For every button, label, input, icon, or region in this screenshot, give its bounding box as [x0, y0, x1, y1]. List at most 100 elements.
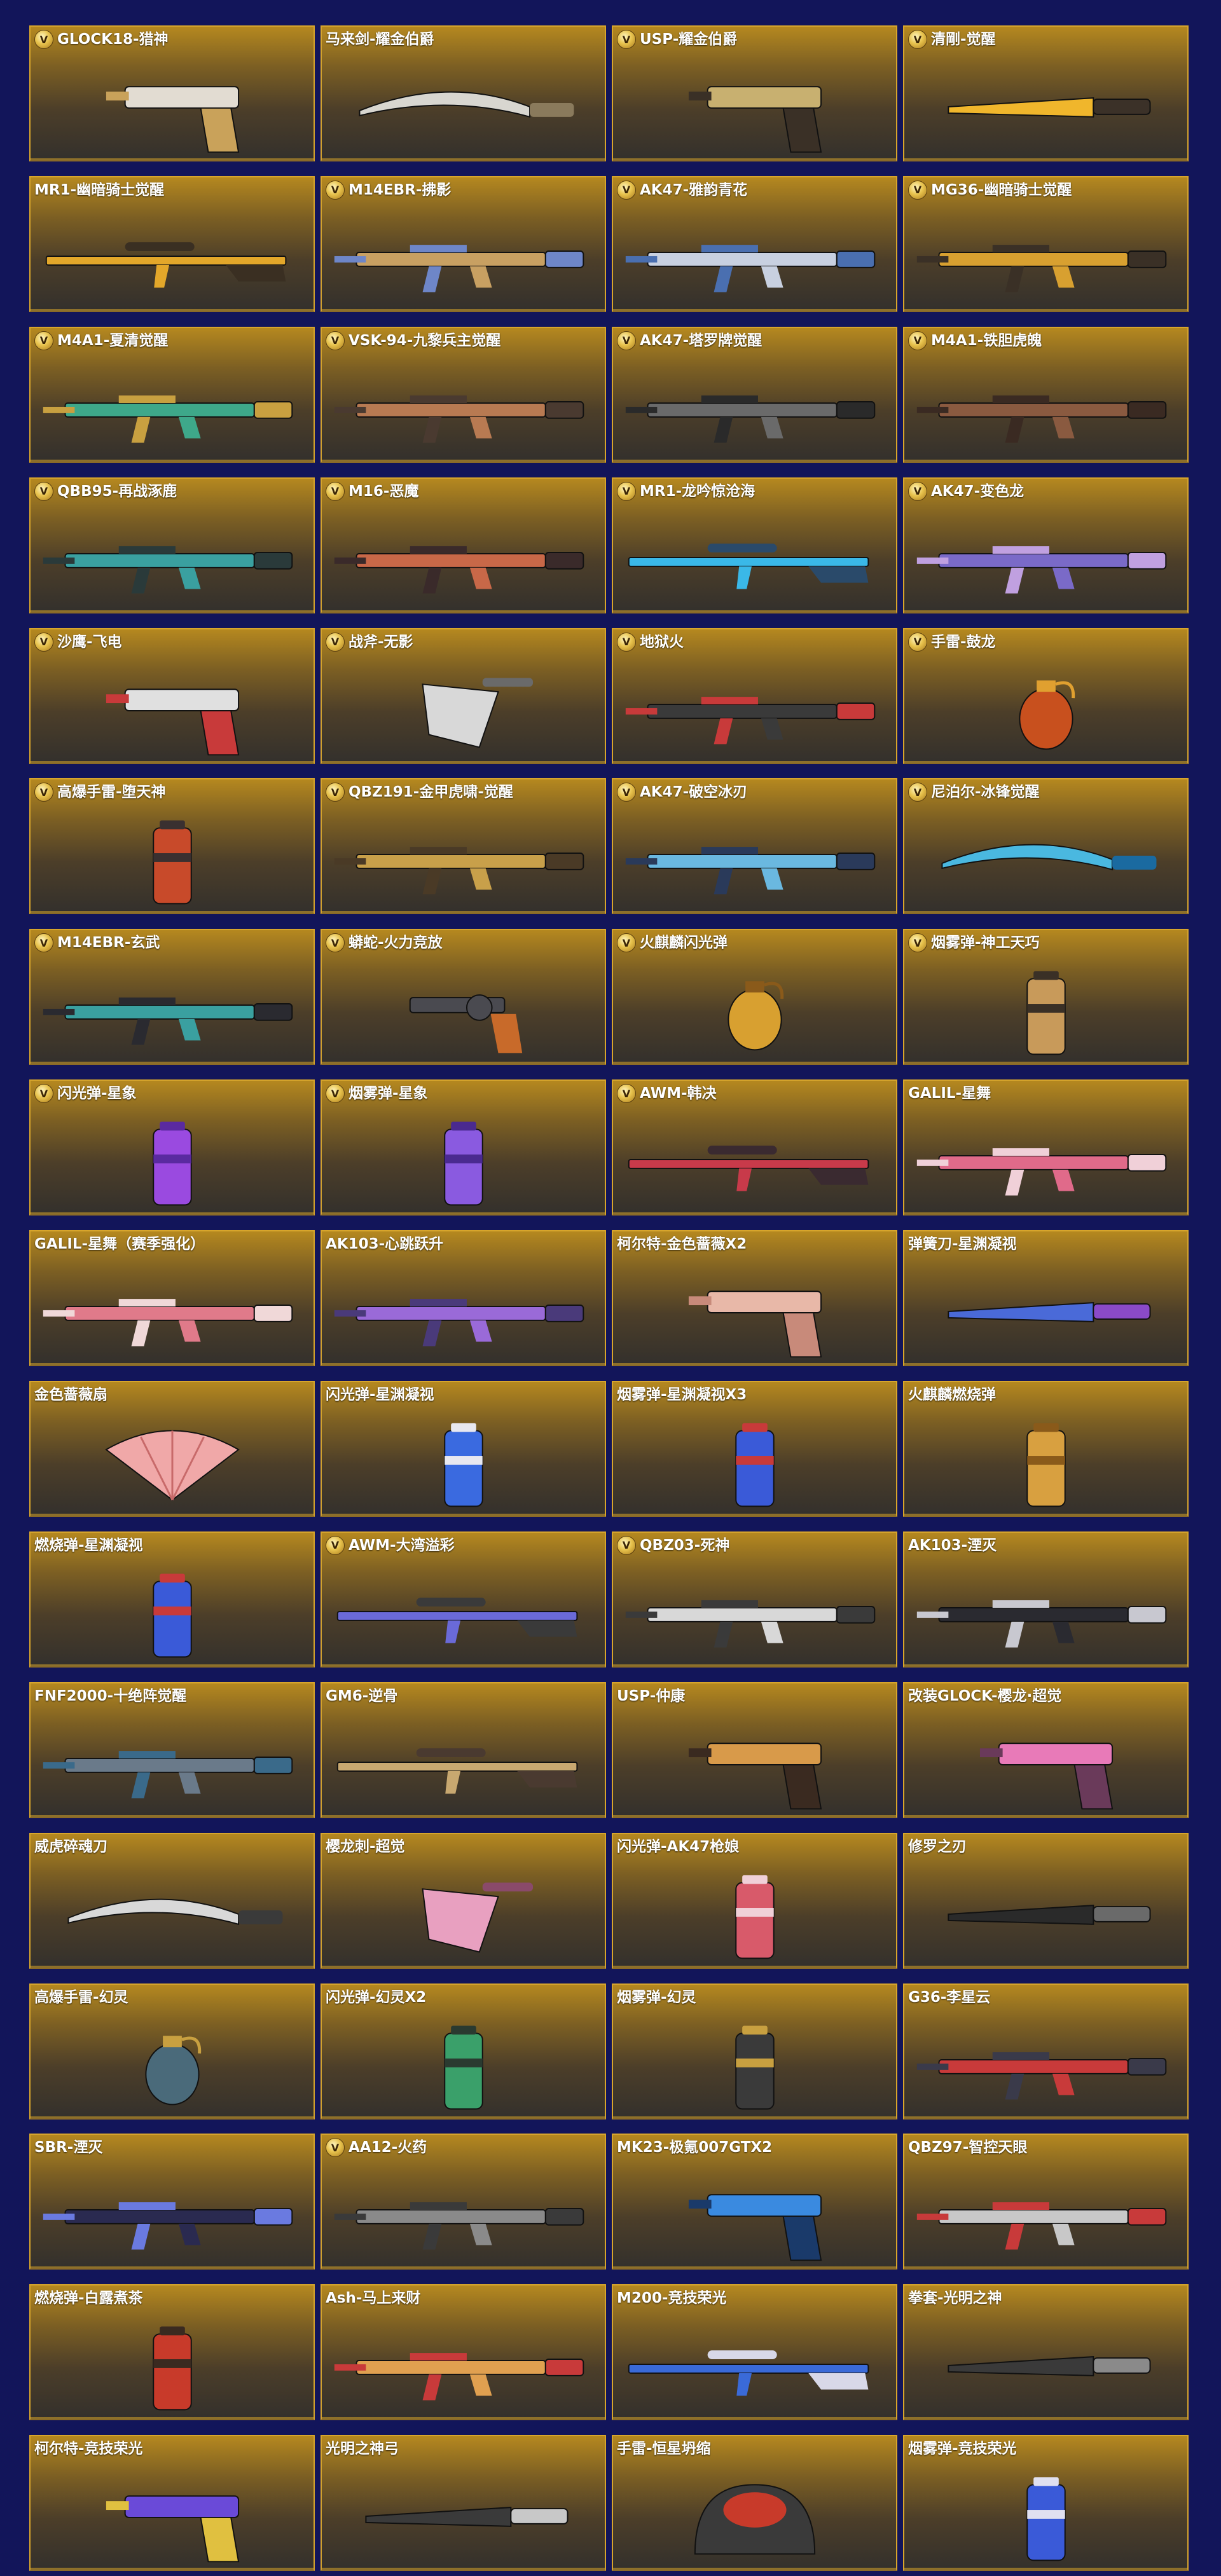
weapon-card[interactable]: V QBZ191-金甲虎啸-觉醒	[321, 778, 606, 915]
weapon-card[interactable]: V 手雷-鼓龙	[903, 627, 1189, 764]
weapon-name: 闪光弹-幻灵X2	[326, 1989, 427, 2006]
weapon-image	[613, 2459, 896, 2567]
weapon-card[interactable]: V MR1-龙吟惊沧海	[612, 477, 897, 613]
weapon-image	[613, 50, 896, 158]
weapon-image	[322, 1556, 605, 1664]
weapon-name: G36-李星云	[908, 1989, 991, 2006]
weapon-card[interactable]: V AK47-变色龙	[903, 477, 1189, 613]
weapon-card[interactable]: V AK47-破空冰刃	[612, 778, 897, 915]
weapon-card[interactable]: V 烟雾弹-神工天巧	[903, 929, 1189, 1065]
weapon-card[interactable]: V 烟雾弹-星象	[321, 1079, 606, 1216]
weapon-name: AK47-塔罗牌觉醒	[640, 332, 762, 349]
weapon-card[interactable]: MK23-极氪007GTX2	[612, 2134, 897, 2270]
weapon-card[interactable]: GALIL-星舞（赛季强化）	[29, 1230, 315, 1367]
weapon-card[interactable]: V 尼泊尔-冰锋觉醒	[903, 778, 1189, 915]
weapon-card[interactable]: 烟雾弹-星渊凝视X3	[612, 1381, 897, 1518]
weapon-card[interactable]: M200-竞技荣光	[612, 2284, 897, 2421]
weapon-card[interactable]: 光明之神弓	[321, 2435, 606, 2572]
weapon-card[interactable]: 改装GLOCK-樱龙·超觉	[903, 1682, 1189, 1818]
weapon-card[interactable]: GM6-逆骨	[321, 1682, 606, 1818]
weapon-card[interactable]: V AWM-大湾溢彩	[321, 1531, 606, 1668]
weapon-card[interactable]: 修罗之刃	[903, 1832, 1189, 1969]
weapon-card[interactable]: V M4A1-夏清觉醒	[29, 326, 315, 463]
weapon-card[interactable]: V VSK-94-九黎兵主觉醒	[321, 326, 606, 463]
weapon-card[interactable]: V AWM-韩决	[612, 1079, 897, 1216]
weapon-image	[31, 1405, 314, 1513]
weapon-card[interactable]: 烟雾弹-幻灵	[612, 1983, 897, 2120]
weapon-card[interactable]: V 战斧-无影	[321, 627, 606, 764]
weapon-card[interactable]: V M14EBR-拂影	[321, 175, 606, 312]
weapon-card[interactable]: GALIL-星舞	[903, 1079, 1189, 1216]
weapon-card[interactable]: 烟雾弹-竞技荣光	[903, 2435, 1189, 2572]
weapon-card[interactable]: V 沙鹰-飞电	[29, 627, 315, 764]
weapon-card[interactable]: 火麒麟燃烧弹	[903, 1381, 1189, 1518]
card-header: V AWM-大湾溢彩	[326, 1535, 455, 1556]
weapon-card[interactable]: 柯尔特-金色蔷薇X2	[612, 1230, 897, 1367]
weapon-name: 改装GLOCK-樱龙·超觉	[908, 1687, 1062, 1704]
weapon-card[interactable]: V M14EBR-玄武	[29, 929, 315, 1065]
weapon-card[interactable]: V QBZ03-死神	[612, 1531, 897, 1668]
weapon-card[interactable]: V 闪光弹-星象	[29, 1079, 315, 1216]
weapon-image	[904, 652, 1187, 760]
weapon-card[interactable]: V AA12-火药	[321, 2134, 606, 2270]
weapon-card[interactable]: SBR-湮灭	[29, 2134, 315, 2270]
weapon-image	[904, 50, 1187, 158]
weapon-card[interactable]: V M4A1-铁胆虎魄	[903, 326, 1189, 463]
weapon-card[interactable]: Ash-马上来财	[321, 2284, 606, 2421]
weapon-card[interactable]: V 火麒麟闪光弹	[612, 929, 897, 1065]
v-badge-icon: V	[34, 481, 53, 501]
weapon-card[interactable]: 弹簧刀-星渊凝视	[903, 1230, 1189, 1367]
weapon-card[interactable]: 金色蔷薇扇	[29, 1381, 315, 1518]
weapon-name: 柯尔特-竞技荣光	[34, 2441, 143, 2458]
weapon-card[interactable]: 樱龙刺-超觉	[321, 1832, 606, 1969]
card-header: AK103-湮灭	[908, 1535, 997, 1556]
weapon-card[interactable]: V GLOCK18-猎神	[29, 25, 315, 161]
weapon-card[interactable]: FNF2000-十绝阵觉醒	[29, 1682, 315, 1818]
weapon-card[interactable]: 马来剑-耀金伯爵	[321, 25, 606, 161]
weapon-image	[613, 1104, 896, 1212]
weapon-card[interactable]: 闪光弹-幻灵X2	[321, 1983, 606, 2120]
weapon-image	[322, 2308, 605, 2416]
weapon-card[interactable]: 柯尔特-竞技荣光	[29, 2435, 315, 2572]
weapon-card[interactable]: V MG36-幽暗骑士觉醒	[903, 175, 1189, 312]
weapon-name: FNF2000-十绝阵觉醒	[34, 1687, 187, 1704]
weapon-name: QBZ97-智控天眼	[908, 2139, 1028, 2156]
weapon-card[interactable]: 闪光弹-星渊凝视	[321, 1381, 606, 1518]
weapon-card[interactable]: V M16-恶魔	[321, 477, 606, 613]
weapon-image	[613, 1556, 896, 1664]
weapon-card[interactable]: 闪光弹-AK47枪娘	[612, 1832, 897, 1969]
weapon-card[interactable]: G36-李星云	[903, 1983, 1189, 2120]
weapon-card[interactable]: USP-仲康	[612, 1682, 897, 1818]
weapon-card[interactable]: V 蟒蛇-火力竞放	[321, 929, 606, 1065]
v-badge-icon: V	[908, 783, 927, 802]
weapon-card[interactable]: 燃烧弹-星渊凝视	[29, 1531, 315, 1668]
weapon-image	[31, 502, 314, 610]
weapon-card[interactable]: 拳套-光明之神	[903, 2284, 1189, 2421]
weapon-card[interactable]: V AK47-雅韵青花	[612, 175, 897, 312]
weapon-card[interactable]: V QBB95-再战涿鹿	[29, 477, 315, 613]
weapon-name: GALIL-星舞（赛季强化）	[34, 1236, 205, 1253]
weapon-card[interactable]: V 高爆手雷-堕天神	[29, 778, 315, 915]
weapon-image	[904, 200, 1187, 308]
weapon-card[interactable]: 威虎碎魂刀	[29, 1832, 315, 1969]
weapon-card[interactable]: V 清剛-觉醒	[903, 25, 1189, 161]
weapon-name: 拳套-光明之神	[908, 2290, 1002, 2307]
weapon-card[interactable]: AK103-湮灭	[903, 1531, 1189, 1668]
weapon-card[interactable]: V USP-耀金伯爵	[612, 25, 897, 161]
weapon-card[interactable]: 高爆手雷-幻灵	[29, 1983, 315, 2120]
weapon-card[interactable]: 手雷-恒星坍缩	[612, 2435, 897, 2572]
weapon-card[interactable]: V AK47-塔罗牌觉醒	[612, 326, 897, 463]
weapon-card[interactable]: MR1-幽暗骑士觉醒	[29, 175, 315, 312]
weapon-image	[322, 1706, 605, 1814]
weapon-card[interactable]: 燃烧弹-白露煮茶	[29, 2284, 315, 2421]
weapon-name: 地狱火	[640, 633, 684, 650]
weapon-card[interactable]: AK103-心跳跃升	[321, 1230, 606, 1367]
weapon-image	[613, 502, 896, 610]
card-header: 烟雾弹-幻灵	[617, 1987, 696, 2008]
weapon-card[interactable]: V 地狱火	[612, 627, 897, 764]
v-badge-icon: V	[617, 331, 636, 350]
weapon-image	[904, 1556, 1187, 1664]
weapon-image	[904, 1857, 1187, 1965]
weapon-card[interactable]: QBZ97-智控天眼	[903, 2134, 1189, 2270]
v-badge-icon: V	[617, 180, 636, 200]
